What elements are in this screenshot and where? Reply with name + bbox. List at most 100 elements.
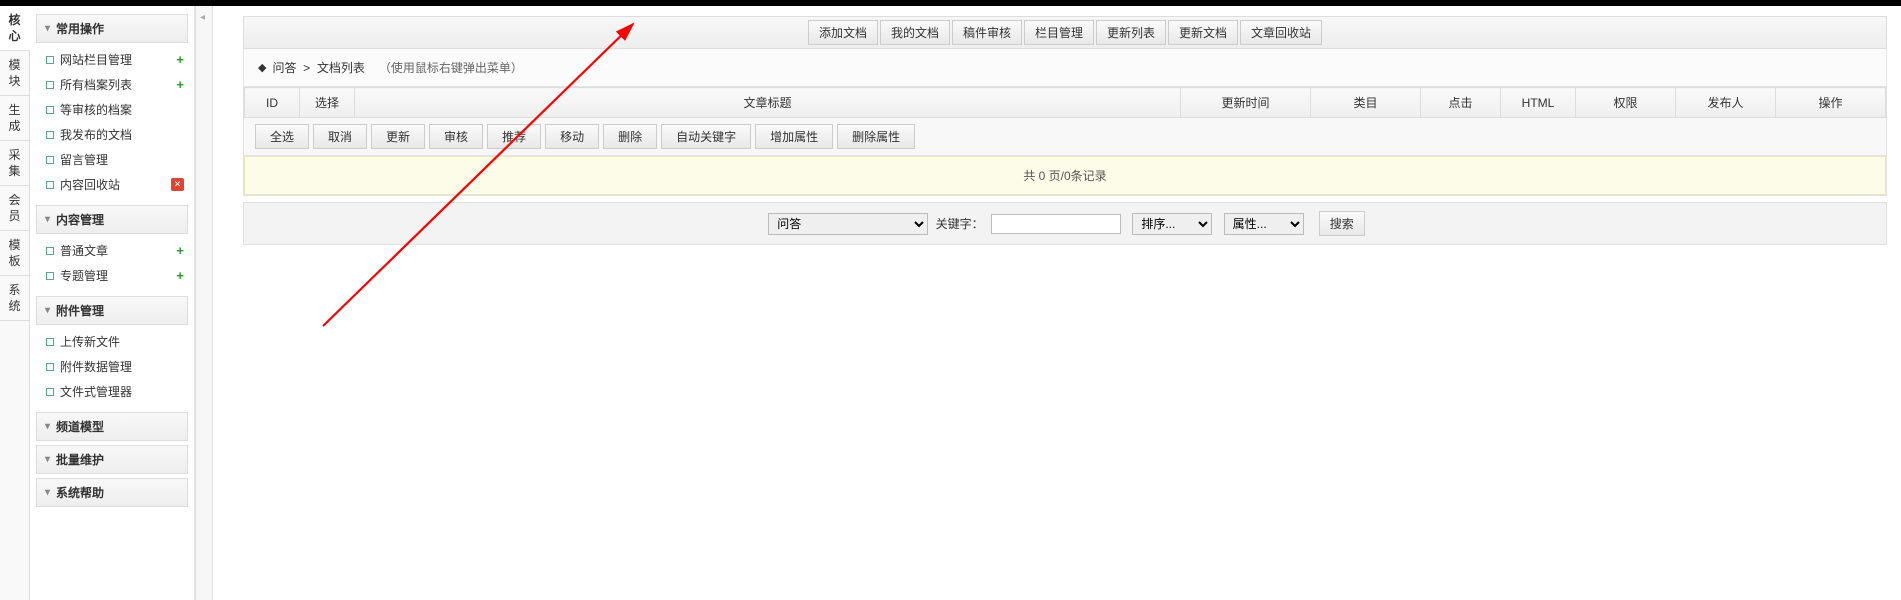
sidebar-item-2-2[interactable]: 文件式管理器	[42, 379, 188, 404]
square-icon	[46, 81, 54, 89]
chevron-down-icon: ▾	[45, 487, 50, 498]
keyword-input[interactable]	[991, 214, 1121, 234]
diamond-icon: ◆	[258, 61, 266, 74]
vtab-4[interactable]: 会员	[0, 186, 30, 231]
vtab-0[interactable]: 核心	[0, 6, 30, 51]
sidebar-item-2-1[interactable]: 附件数据管理	[42, 354, 188, 379]
keyword-label: 关键字：	[936, 217, 984, 231]
filter-bar: 问答 关键字： 排序... 属性... 搜索	[243, 202, 1887, 245]
toolbar-btn-5[interactable]: 更新文档	[1168, 20, 1238, 45]
breadcrumb-category[interactable]: 问答	[272, 59, 296, 76]
toolbar-btn-2[interactable]: 稿件审核	[952, 20, 1022, 45]
action-btn-7[interactable]: 自动关键字	[661, 124, 751, 149]
breadcrumb-hint: （使用鼠标右键弹出菜单）	[379, 59, 523, 76]
sidebar-item-label: 附件数据管理	[60, 358, 132, 375]
action-btn-1[interactable]: 取消	[313, 124, 367, 149]
chevron-down-icon: ▾	[45, 305, 50, 316]
sidebar-item-label: 内容回收站	[60, 176, 120, 193]
sidebar-item-label: 留言管理	[60, 151, 108, 168]
section-header-0[interactable]: ▾常用操作	[36, 14, 188, 43]
toolbar-btn-4[interactable]: 更新列表	[1096, 20, 1166, 45]
action-btn-3[interactable]: 审核	[429, 124, 483, 149]
sidebar-item-label: 上传新文件	[60, 333, 120, 350]
col-0: ID	[245, 88, 300, 118]
sidebar-item-label: 等审核的档案	[60, 101, 132, 118]
col-4: 类目	[1311, 88, 1421, 118]
toolbar-btn-0[interactable]: 添加文档	[808, 20, 878, 45]
sort-select[interactable]: 排序...	[1132, 213, 1212, 235]
sidebar-item-label: 网站栏目管理	[60, 51, 132, 68]
category-select[interactable]: 问答	[768, 213, 928, 235]
top-toolbar: 添加文档我的文档稿件审核栏目管理更新列表更新文档文章回收站	[243, 16, 1887, 49]
col-3: 更新时间	[1181, 88, 1311, 118]
vtab-3[interactable]: 采集	[0, 141, 30, 186]
sidebar-item-label: 我发布的文档	[60, 126, 132, 143]
toolbar-btn-1[interactable]: 我的文档	[880, 20, 950, 45]
toolbar-btn-3[interactable]: 栏目管理	[1024, 20, 1094, 45]
section-header-1[interactable]: ▾内容管理	[36, 205, 188, 234]
col-2: 文章标题	[355, 88, 1181, 118]
square-icon	[46, 272, 54, 280]
pager-text: 共 0 页/0条记录	[1023, 169, 1106, 183]
col-7: 权限	[1576, 88, 1676, 118]
square-icon	[46, 363, 54, 371]
chevron-down-icon: ▾	[45, 23, 50, 34]
add-icon: +	[176, 52, 184, 67]
section-header-5[interactable]: ▾系统帮助	[36, 478, 188, 507]
sidebar: ▾常用操作网站栏目管理 + 所有档案列表 + 等审核的档案我发布的文档留言管理内容回收站…	[30, 6, 195, 600]
sidebar-item-1-0[interactable]: 普通文章 +	[42, 238, 188, 263]
attr-select[interactable]: 属性...	[1224, 213, 1304, 235]
sidebar-item-0-3[interactable]: 我发布的文档	[42, 122, 188, 147]
add-icon: +	[176, 268, 184, 283]
action-btn-8[interactable]: 增加属性	[755, 124, 833, 149]
action-btn-9[interactable]: 删除属性	[837, 124, 915, 149]
sidebar-item-0-4[interactable]: 留言管理	[42, 147, 188, 172]
action-btn-0[interactable]: 全选	[255, 124, 309, 149]
action-btn-5[interactable]: 移动	[545, 124, 599, 149]
breadcrumb-page: 文档列表	[317, 59, 365, 76]
square-icon	[46, 131, 54, 139]
square-icon	[46, 106, 54, 114]
search-button[interactable]: 搜索	[1319, 211, 1365, 236]
col-8: 发布人	[1676, 88, 1776, 118]
vtab-5[interactable]: 模板	[0, 231, 30, 276]
bulk-actions: 全选取消更新审核推荐移动删除自动关键字增加属性删除属性	[244, 118, 1886, 156]
section-header-3[interactable]: ▾频道模型	[36, 412, 188, 441]
sidebar-splitter[interactable]	[195, 6, 213, 600]
action-btn-6[interactable]: 删除	[603, 124, 657, 149]
action-btn-2[interactable]: 更新	[371, 124, 425, 149]
vtab-1[interactable]: 模块	[0, 51, 30, 96]
sidebar-item-label: 普通文章	[60, 242, 108, 259]
square-icon	[46, 56, 54, 64]
sidebar-item-0-0[interactable]: 网站栏目管理 +	[42, 47, 188, 72]
section-header-4[interactable]: ▾批量维护	[36, 445, 188, 474]
square-icon	[46, 388, 54, 396]
pagination: 共 0 页/0条记录	[244, 156, 1886, 195]
sidebar-item-2-0[interactable]: 上传新文件	[42, 329, 188, 354]
action-btn-4[interactable]: 推荐	[487, 124, 541, 149]
breadcrumb: ◆ 问答 > 文档列表 （使用鼠标右键弹出菜单）	[243, 49, 1887, 87]
sidebar-item-0-1[interactable]: 所有档案列表 +	[42, 72, 188, 97]
toolbar-btn-6[interactable]: 文章回收站	[1240, 20, 1322, 45]
add-icon: +	[176, 243, 184, 258]
add-icon: +	[176, 77, 184, 92]
chevron-down-icon: ▾	[45, 421, 50, 432]
square-icon	[46, 338, 54, 346]
col-5: 点击	[1421, 88, 1501, 118]
square-icon	[46, 181, 54, 189]
vtab-6[interactable]: 系统	[0, 276, 30, 321]
chevron-down-icon: ▾	[45, 454, 50, 465]
col-9: 操作	[1776, 88, 1886, 118]
chevron-down-icon: ▾	[45, 214, 50, 225]
main-content: 添加文档我的文档稿件审核栏目管理更新列表更新文档文章回收站 ◆ 问答 > 文档列…	[213, 6, 1901, 600]
section-header-2[interactable]: ▾附件管理	[36, 296, 188, 325]
document-table: ID选择文章标题更新时间类目点击HTML权限发布人操作	[244, 87, 1886, 118]
sidebar-item-label: 专题管理	[60, 267, 108, 284]
sidebar-item-0-5[interactable]: 内容回收站✕	[42, 172, 188, 197]
col-1: 选择	[300, 88, 355, 118]
sidebar-item-0-2[interactable]: 等审核的档案	[42, 97, 188, 122]
sidebar-item-label: 所有档案列表	[60, 76, 132, 93]
square-icon	[46, 156, 54, 164]
sidebar-item-1-1[interactable]: 专题管理 +	[42, 263, 188, 288]
vtab-2[interactable]: 生成	[0, 96, 30, 141]
